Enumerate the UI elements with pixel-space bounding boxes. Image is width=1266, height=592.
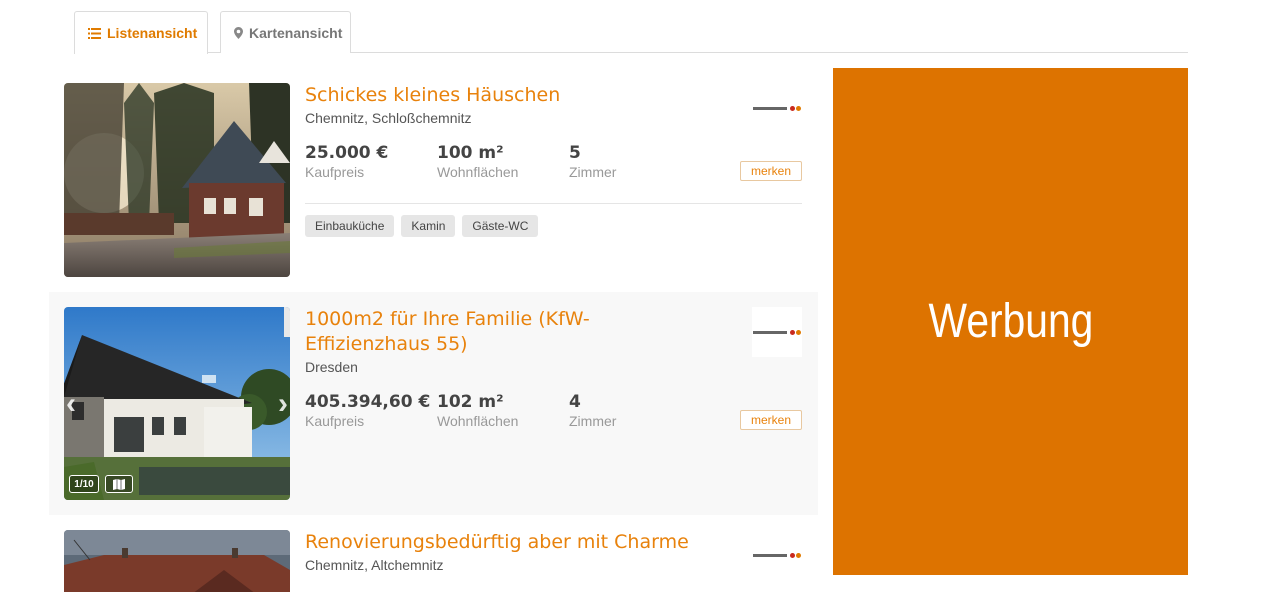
feature-tag: Einbauküche — [305, 215, 395, 237]
chevron-left-icon[interactable]: ‹ — [66, 387, 76, 421]
price-value: 25.000 € — [305, 143, 389, 163]
tab-listenansicht[interactable]: Listenansicht — [74, 11, 208, 54]
listing-photo[interactable] — [64, 83, 290, 277]
rooms-label: Zimmer — [569, 413, 617, 429]
title-line: 1000m2 für Ihre Familie (KfW- — [305, 308, 590, 330]
price-label: Kaufpreis — [305, 413, 365, 429]
listing-info: Renovierungsbedürftig aber mit Charme Ch… — [305, 530, 745, 573]
listing-photo[interactable]: ‹ › 1/10 — [64, 307, 290, 500]
rooms-stat: 4 Zimmer — [569, 392, 701, 429]
area-stat: 100 m² Wohnflächen — [437, 143, 569, 180]
save-button[interactable]: merken — [740, 410, 802, 430]
listing-title[interactable]: 1000m2 für Ihre Familie (KfW- Effizienzh… — [305, 307, 725, 357]
area-label: Wohnflächen — [437, 164, 519, 180]
price-label: Kaufpreis — [305, 164, 365, 180]
chevron-right-icon[interactable]: › — [278, 387, 288, 421]
area-value: 102 m² — [437, 392, 504, 412]
rooms-value: 4 — [569, 392, 581, 412]
listing-location: Chemnitz, Schloßchemnitz — [305, 110, 472, 126]
divider — [305, 203, 802, 204]
listing-title[interactable]: Schickes kleines Häuschen — [305, 83, 725, 108]
listing-info: 1000m2 für Ihre Familie (KfW- Effizienzh… — [305, 307, 725, 375]
area-value: 100 m² — [437, 143, 504, 163]
image-counter-badge: 1/10 — [69, 475, 99, 493]
advertisement-banner[interactable]: Werbung — [833, 68, 1188, 575]
agency-logo — [752, 307, 802, 357]
rooms-value: 5 — [569, 143, 581, 163]
listing-stats: 25.000 € Kaufpreis 100 m² Wohnflächen 5 … — [305, 143, 701, 180]
price-value: 405.394,60 € — [305, 392, 431, 412]
view-tabs: Listenansicht Kartenansicht — [74, 11, 1188, 54]
rooms-label: Zimmer — [569, 164, 617, 180]
rooms-stat: 5 Zimmer — [569, 143, 701, 180]
agency-logo — [752, 530, 802, 580]
tab-label: Listenansicht — [107, 25, 198, 41]
listing-photo[interactable] — [64, 530, 290, 592]
feature-tag: Kamin — [401, 215, 456, 237]
agency-logo — [752, 83, 802, 133]
listing-title[interactable]: Renovierungsbedürftig aber mit Charme — [305, 530, 745, 555]
area-stat: 102 m² Wohnflächen — [437, 392, 569, 429]
listing-card[interactable]: Renovierungsbedürftig aber mit Charme Ch… — [49, 515, 818, 592]
save-button[interactable]: merken — [740, 161, 802, 181]
price-stat: 25.000 € Kaufpreis — [305, 143, 437, 180]
list-icon — [88, 27, 101, 39]
listing-info: Schickes kleines Häuschen Chemnitz, Schl… — [305, 83, 725, 126]
listing-card[interactable]: ‹ › 1/10 1000m2 für Ihre Familie (KfW- E… — [49, 292, 818, 515]
title-line: Effizienzhaus 55) — [305, 333, 468, 355]
price-stat: 405.394,60 € Kaufpreis — [305, 392, 437, 429]
floorplan-icon[interactable] — [105, 475, 133, 493]
map-pin-icon — [234, 26, 243, 39]
tab-label: Kartenansicht — [249, 24, 343, 41]
tab-kartenansicht[interactable]: Kartenansicht — [220, 11, 351, 53]
feature-tag: Gäste-WC — [462, 215, 539, 237]
area-label: Wohnflächen — [437, 413, 519, 429]
listing-location: Chemnitz, Altchemnitz — [305, 557, 444, 573]
listing-stats: 405.394,60 € Kaufpreis 102 m² Wohnfläche… — [305, 392, 701, 429]
feature-tags: Einbauküche Kamin Gäste-WC — [305, 215, 539, 237]
listing-card[interactable]: Schickes kleines Häuschen Chemnitz, Schl… — [49, 68, 818, 292]
listing-location: Dresden — [305, 359, 358, 375]
ad-label: Werbung — [928, 295, 1093, 348]
